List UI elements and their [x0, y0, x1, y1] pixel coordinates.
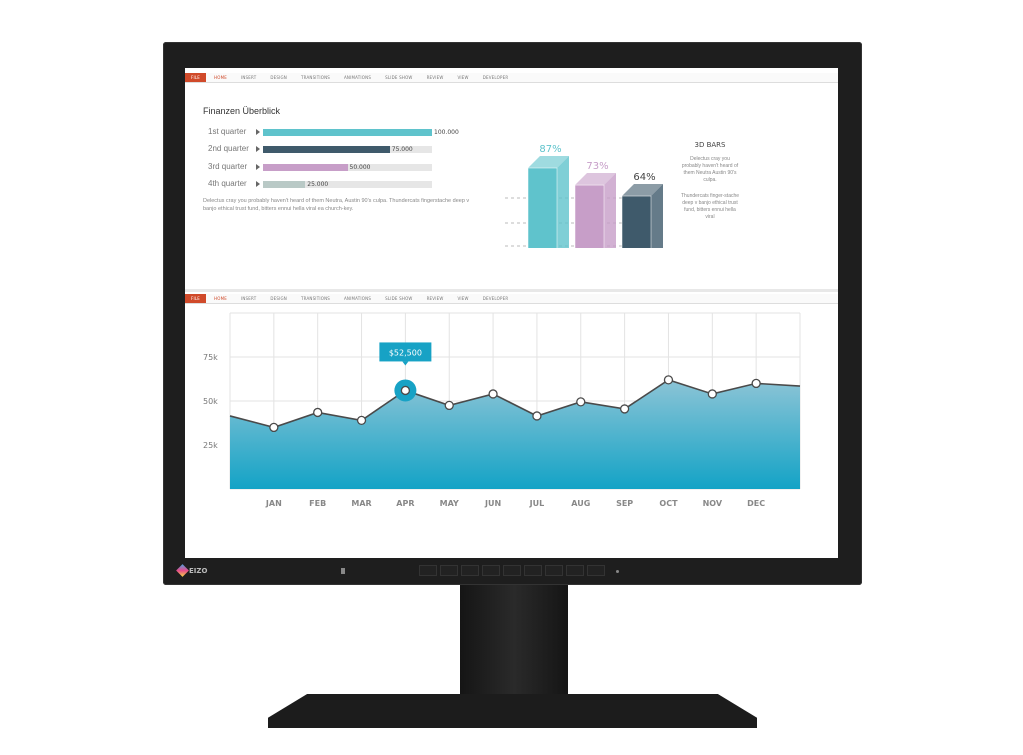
monitor-control-button[interactable]	[545, 565, 563, 576]
monitor-control-button[interactable]	[524, 565, 542, 576]
monitor-control-button[interactable]	[461, 565, 479, 576]
x-tick-label: JUN	[484, 499, 501, 508]
eizo-logo-icon	[176, 564, 189, 577]
x-tick-label: FEB	[309, 499, 326, 508]
power-button[interactable]	[616, 570, 619, 573]
monitor-logo: EIZO	[176, 564, 207, 577]
data-point[interactable]	[488, 389, 498, 399]
data-point[interactable]	[619, 404, 630, 414]
monitor-stand-neck	[460, 585, 568, 697]
monitor-control-button[interactable]	[566, 565, 584, 576]
data-point[interactable]	[576, 397, 586, 407]
monitor-control-button[interactable]	[587, 565, 605, 576]
y-tick-label: 50k	[203, 397, 218, 406]
y-tick-label: 75k	[203, 353, 218, 362]
monitor-control-button[interactable]	[440, 565, 458, 576]
x-tick-label: SEP	[616, 499, 633, 508]
power-indicator	[341, 568, 345, 574]
x-tick-label: AUG	[571, 499, 590, 508]
x-tick-label: MAY	[440, 499, 459, 508]
x-tick-label: JAN	[265, 499, 282, 508]
monitor-control-button[interactable]	[419, 565, 437, 576]
x-tick-label: APR	[396, 499, 414, 508]
monitor-stand-base	[268, 694, 757, 728]
data-point[interactable]	[269, 422, 279, 433]
x-tick-label: DEC	[747, 499, 765, 508]
data-point[interactable]	[532, 411, 542, 421]
area-chart: 25k 50k 75k JAN FEB MAR $52,500 APR MAY JUN JUL AUG…	[203, 312, 801, 508]
monitor-control-button[interactable]	[503, 565, 521, 576]
screen: FILE HOME INSERT DESIGN TRANSITIONS ANIMATION…	[185, 68, 838, 558]
data-point[interactable]	[444, 400, 454, 411]
data-point[interactable]	[707, 389, 717, 399]
x-tick-label: NOV	[703, 499, 723, 508]
y-tick-label: 25k	[203, 441, 218, 450]
x-tick-label: OCT	[659, 499, 678, 508]
data-point[interactable]	[313, 407, 323, 418]
data-point[interactable]	[356, 415, 367, 426]
x-tick-label: MAR	[351, 499, 371, 508]
data-point[interactable]	[751, 378, 761, 389]
tooltip-label: $52,500	[389, 348, 422, 357]
data-point[interactable]	[663, 375, 674, 385]
x-tick-label: JUL	[529, 499, 545, 508]
monitor-control-button[interactable]	[482, 565, 500, 576]
data-point[interactable]	[400, 385, 411, 396]
monitor-buttons	[419, 565, 605, 576]
